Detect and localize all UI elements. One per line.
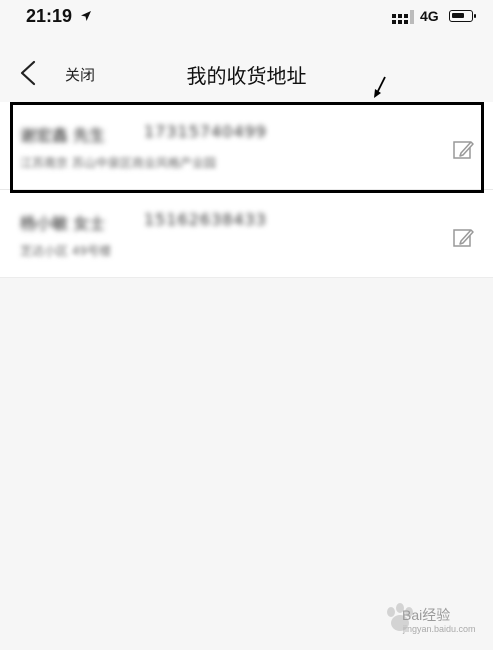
status-time: 21:19 [26,6,73,26]
edit-icon[interactable] [452,226,474,248]
signal-icon [392,10,414,24]
edit-icon[interactable] [452,138,474,160]
status-bar: 21:19 4G [0,0,493,36]
recipient-address: 江苏南京 苏山中泉区商业风格产业园 [20,156,216,170]
network-label: 4G [420,8,439,24]
recipient-name: 杨小敏 女士 [20,214,106,233]
page-title: 我的收货地址 [186,64,307,88]
battery-icon [449,10,476,22]
annotation-arrow-icon [374,76,386,98]
watermark-url: jingyan.baidu.com [403,624,476,634]
watermark-text: Bai经验 [402,607,451,623]
address-item[interactable]: 谢宏鑫 先生 17315740499 江苏南京 苏山中泉区商业风格产业园 [0,102,493,190]
location-arrow-icon [81,11,91,21]
recipient-name: 谢宏鑫 先生 [20,126,106,145]
address-item[interactable]: 杨小敏 女士 15162638433 芝达小区 49号楼 [0,190,493,278]
nav-bar: 关闭 我的收货地址 [0,36,493,102]
recipient-phone: 15162638433 [144,210,267,229]
recipient-phone: 17315740499 [144,122,267,141]
address-list: 谢宏鑫 先生 17315740499 江苏南京 苏山中泉区商业风格产业园 杨小敏… [0,102,493,278]
recipient-address: 芝达小区 49号楼 [20,244,112,258]
